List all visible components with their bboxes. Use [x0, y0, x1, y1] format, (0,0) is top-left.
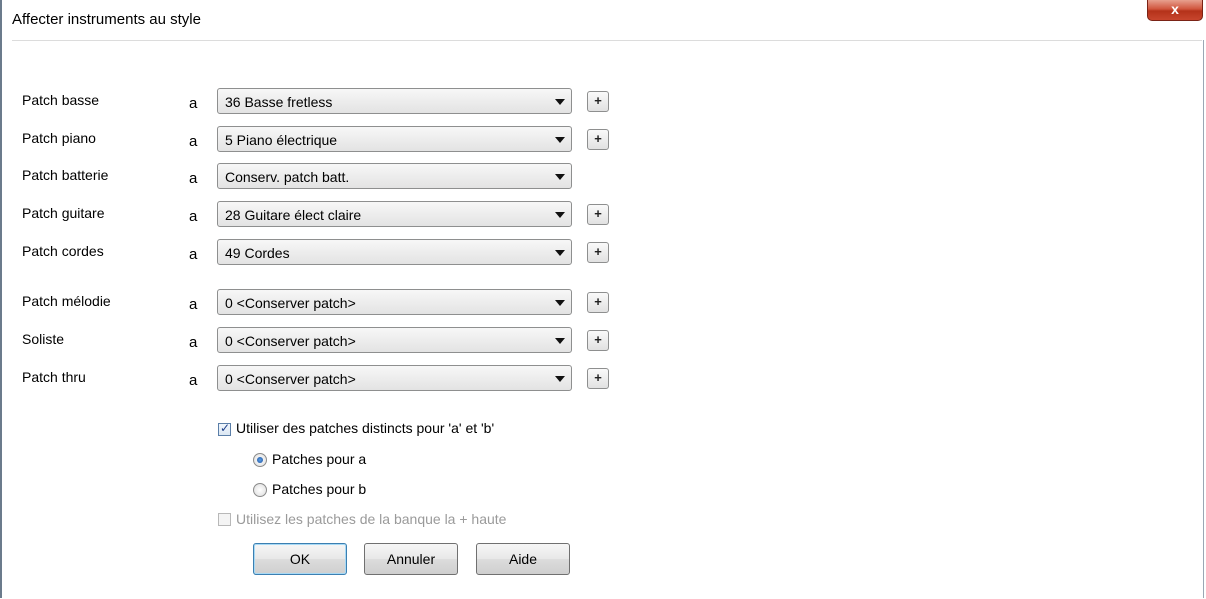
patch-guitare-dropdown[interactable]: 28 Guitare élect claire — [217, 201, 572, 227]
row-a-label: a — [189, 95, 198, 112]
dropdown-value: 28 Guitare élect claire — [225, 207, 362, 223]
row-label: Patch cordes — [22, 243, 104, 259]
patch-thru-dropdown[interactable]: 0 <Conserver patch> — [217, 365, 572, 391]
dropdown-value: Conserv. patch batt. — [225, 169, 350, 185]
row-label: Patch batterie — [22, 167, 109, 183]
window-title: Affecter instruments au style — [12, 11, 201, 28]
row-label: Patch piano — [22, 130, 96, 146]
row-patch-piano: Patch piano a 5 Piano électrique + — [2, 126, 1202, 156]
patch-piano-plus-button[interactable]: + — [587, 129, 609, 150]
cancel-button[interactable]: Annuler — [364, 543, 458, 575]
chevron-down-icon — [555, 137, 565, 143]
row-label: Patch thru — [22, 369, 86, 385]
patch-cordes-plus-button[interactable]: + — [587, 242, 609, 263]
patches-a-radio[interactable] — [253, 453, 267, 467]
close-icon: x — [1171, 1, 1179, 17]
patch-basse-dropdown[interactable]: 36 Basse fretless — [217, 88, 572, 114]
chevron-down-icon — [555, 250, 565, 256]
patch-cordes-dropdown[interactable]: 49 Cordes — [217, 239, 572, 265]
row-a-label: a — [189, 334, 198, 351]
radio-selected-icon — [257, 457, 263, 463]
row-label: Patch basse — [22, 92, 100, 108]
chevron-down-icon — [555, 99, 565, 105]
row-soliste: Soliste a 0 <Conserver patch> + — [2, 327, 1202, 357]
patches-a-label: Patches pour a — [272, 451, 367, 467]
chevron-down-icon — [555, 376, 565, 382]
row-patch-basse: Patch basse a 36 Basse fretless + — [2, 88, 1202, 118]
dropdown-value: 49 Cordes — [225, 245, 290, 261]
dialog-window: Affecter instruments au style x Patch ba… — [0, 0, 1204, 598]
row-a-label: a — [189, 296, 198, 313]
row-a-label: a — [189, 372, 198, 389]
patch-melodie-plus-button[interactable]: + — [587, 292, 609, 313]
row-patch-guitare: Patch guitare a 28 Guitare élect claire … — [2, 201, 1202, 231]
patch-batterie-dropdown[interactable]: Conserv. patch batt. — [217, 163, 572, 189]
row-label: Soliste — [22, 331, 65, 347]
row-a-label: a — [189, 246, 198, 263]
distinct-patches-checkbox[interactable]: ✓ — [218, 421, 231, 436]
chevron-down-icon — [555, 212, 565, 218]
close-button[interactable]: x — [1147, 0, 1203, 21]
high-bank-label: Utilisez les patches de la banque la + h… — [236, 511, 507, 527]
patch-thru-plus-button[interactable]: + — [587, 368, 609, 389]
patch-basse-plus-button[interactable]: + — [587, 91, 609, 112]
help-button[interactable]: Aide — [476, 543, 570, 575]
row-a-label: a — [189, 208, 198, 225]
row-patch-melodie: Patch mélodie a 0 <Conserver patch> + — [2, 289, 1202, 319]
chevron-down-icon — [555, 338, 565, 344]
row-patch-batterie: Patch batterie a Conserv. patch batt. — [2, 163, 1202, 193]
row-label: Patch mélodie — [22, 293, 111, 309]
patch-guitare-plus-button[interactable]: + — [587, 204, 609, 225]
patch-piano-dropdown[interactable]: 5 Piano électrique — [217, 126, 572, 152]
ok-button[interactable]: OK — [253, 543, 347, 575]
dropdown-value: 0 <Conserver patch> — [225, 371, 356, 387]
dropdown-value: 36 Basse fretless — [225, 94, 333, 110]
checkmark-icon: ✓ — [220, 421, 231, 435]
distinct-patches-label: Utiliser des patches distincts pour 'a' … — [236, 420, 495, 436]
row-label: Patch guitare — [22, 205, 105, 221]
row-a-label: a — [189, 170, 198, 187]
chevron-down-icon — [555, 300, 565, 306]
soliste-dropdown[interactable]: 0 <Conserver patch> — [217, 327, 572, 353]
row-patch-thru: Patch thru a 0 <Conserver patch> + — [2, 365, 1202, 395]
dropdown-value: 5 Piano électrique — [225, 132, 338, 148]
high-bank-checkbox[interactable] — [218, 513, 231, 526]
title-divider — [12, 40, 1202, 41]
patch-melodie-dropdown[interactable]: 0 <Conserver patch> — [217, 289, 572, 315]
dropdown-value: 0 <Conserver patch> — [225, 295, 356, 311]
patches-b-radio[interactable] — [253, 483, 267, 497]
dropdown-value: 0 <Conserver patch> — [225, 333, 356, 349]
soliste-plus-button[interactable]: + — [587, 330, 609, 351]
row-a-label: a — [189, 133, 198, 150]
title-bar: Affecter instruments au style x — [2, 0, 1204, 40]
chevron-down-icon — [555, 174, 565, 180]
row-patch-cordes: Patch cordes a 49 Cordes + — [2, 239, 1202, 269]
patches-b-label: Patches pour b — [272, 481, 367, 497]
